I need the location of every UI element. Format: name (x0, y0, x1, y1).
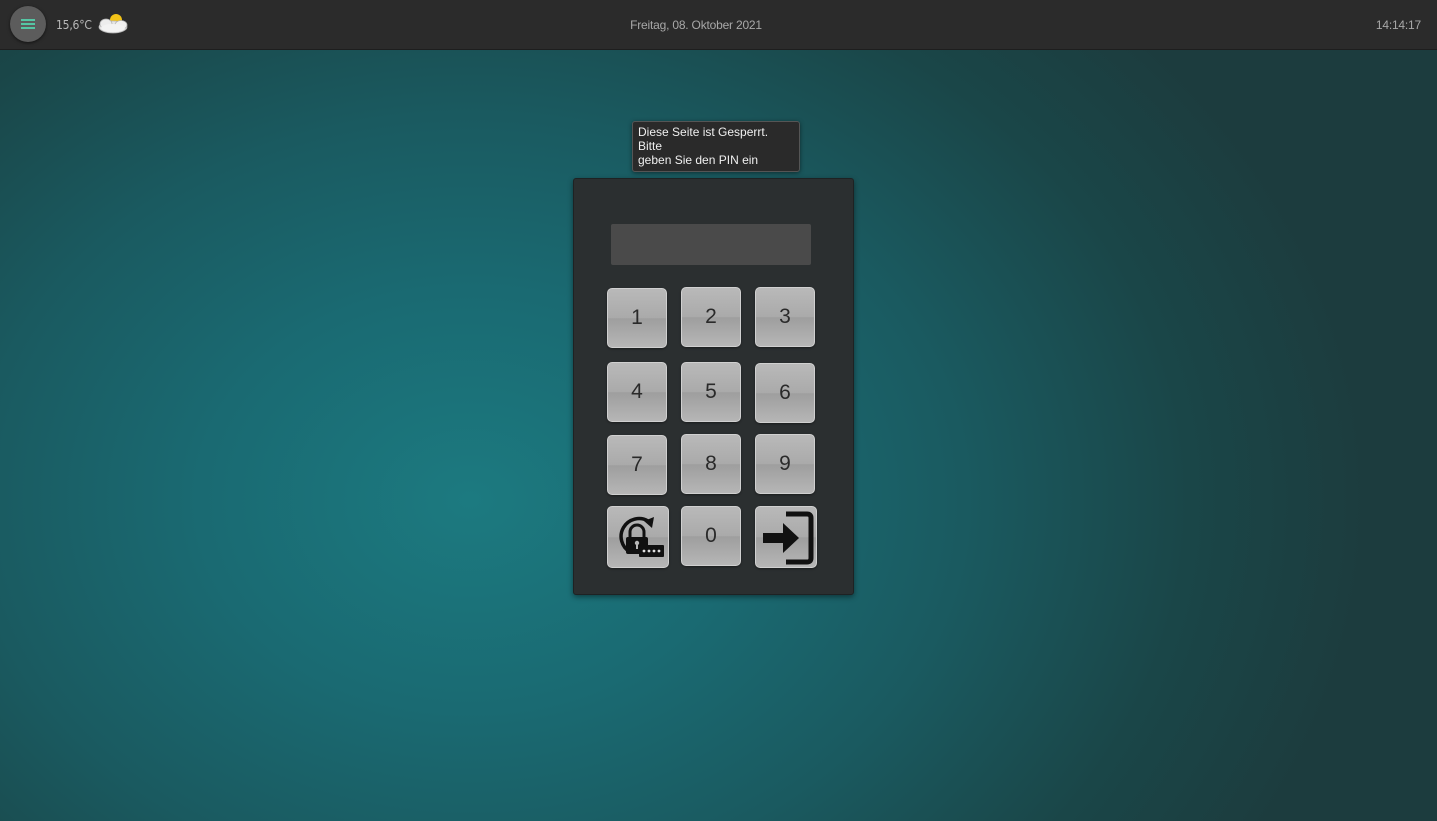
tooltip-line-2: geben Sie den PIN ein (638, 153, 759, 167)
enter-button[interactable] (755, 506, 817, 568)
key-7[interactable]: 7 (607, 435, 667, 495)
pin-input-display[interactable] (611, 224, 811, 265)
login-enter-icon (763, 511, 814, 565)
lock-reset-pin-icon (619, 516, 664, 557)
lock-tooltip: Diese Seite ist Gesperrt. Bitte geben Si… (632, 121, 800, 172)
key-0[interactable]: 0 (681, 506, 741, 566)
key-1[interactable]: 1 (607, 288, 667, 348)
tooltip-line-1: Diese Seite ist Gesperrt. Bitte (638, 125, 769, 153)
key-6[interactable]: 6 (755, 363, 815, 423)
key-5[interactable]: 5 (681, 362, 741, 422)
top-bar: 15,6°C Freitag, 08. Oktober 2021 14:14:1… (0, 0, 1437, 50)
pin-keypad: 1 2 3 4 5 6 7 8 9 0 (573, 178, 854, 595)
key-4[interactable]: 4 (607, 362, 667, 422)
reset-pin-button[interactable] (607, 506, 669, 568)
clock-label: 14:14:17 (1375, 18, 1421, 32)
date-label: Freitag, 08. Oktober 2021 (630, 18, 762, 32)
key-9[interactable]: 9 (755, 434, 815, 494)
key-8[interactable]: 8 (681, 434, 741, 494)
key-3[interactable]: 3 (755, 287, 815, 347)
key-2[interactable]: 2 (681, 287, 741, 347)
